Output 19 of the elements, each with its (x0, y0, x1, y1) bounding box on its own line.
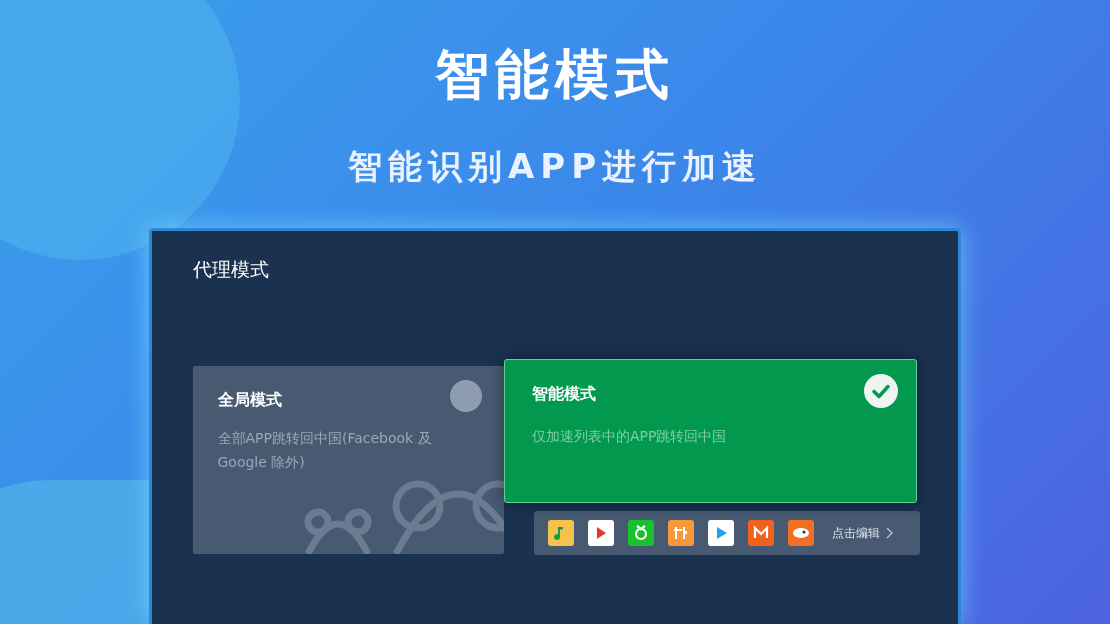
app-icon[interactable] (747, 519, 774, 546)
headline: 智能模式 (435, 42, 675, 108)
mode-description: 仅加速列表中的APP跳转回中国 (532, 426, 728, 446)
mode-card[interactable]: 智能模式 仅加速列表中的APP跳转回中国 (504, 358, 917, 503)
mode-description: 全部APP跳转回中国(Facebook 及 Google 除外) (217, 428, 433, 472)
app-icon[interactable] (547, 519, 574, 546)
mode-card[interactable]: 全局模式 全部APP跳转回中国(Facebook 及 Google 除外) (192, 365, 505, 554)
app-icon[interactable] (627, 519, 654, 546)
app-icon[interactable] (787, 519, 814, 546)
app-icon[interactable] (667, 519, 694, 546)
check-icon (863, 373, 898, 408)
mode-title: 智能模式 (532, 382, 597, 405)
mode-title: 全局模式 (217, 388, 282, 411)
app-icon[interactable] (707, 519, 734, 546)
subheadline: 智能识别APP进行加速 (347, 145, 763, 188)
edit-link[interactable]: 点击编辑 (831, 523, 893, 542)
panel-title: 代理模式 (192, 257, 270, 282)
chevron-icon (885, 526, 893, 539)
app-icon[interactable] (587, 519, 614, 546)
